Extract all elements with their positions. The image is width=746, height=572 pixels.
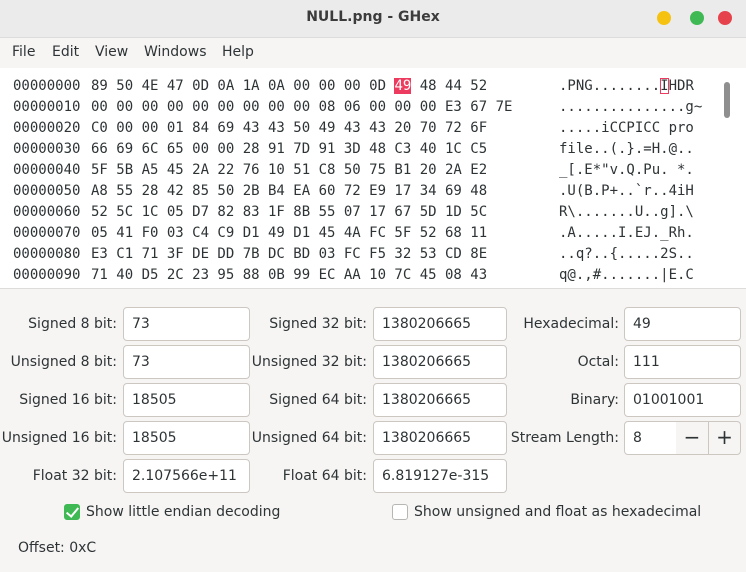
row-ascii[interactable]: R\.......U..g].\ [559,202,694,223]
row-offset: 00000010 [13,99,81,115]
hex-row: 00000010 00 00 00 00 00 00 00 00 00 08 0… [13,97,702,118]
row-offset: 00000020 [13,120,81,136]
signed-8-field[interactable]: 73 [123,307,250,341]
row-hex[interactable]: 00 00 00 00 00 00 00 00 00 08 06 00 00 0… [91,97,512,118]
title-bar: NULL.png - GHex [0,0,746,38]
hexadecimal-label: Hexadecimal: [523,316,619,332]
hex-row: 00000080 E3 C1 71 3F DE DD 7B DC BD 03 F… [13,244,694,265]
signed-32-field[interactable]: 1380206665 [373,307,507,341]
row-offset: 00000040 [13,162,81,178]
ascii-cursor: I [660,78,669,94]
little-endian-checkbox[interactable] [64,504,80,520]
row-offset: 00000060 [13,204,81,220]
window-title: NULL.png - GHex [306,9,440,25]
menu-bar: File Edit View Windows Help [0,38,746,68]
stream-length-label: Stream Length: [510,430,619,446]
separator [0,288,746,289]
row-hex[interactable]: 05 41 F0 03 C4 C9 D1 49 D1 45 4A FC 5F 5… [91,223,487,244]
vertical-scrollbar[interactable] [724,82,730,118]
status-offset: Offset: 0xC [18,540,97,556]
hex-row: 00000020 C0 00 00 01 84 69 43 43 50 49 4… [13,118,694,139]
menu-edit[interactable]: Edit [52,44,79,60]
row-offset: 00000070 [13,225,81,241]
hex-view[interactable]: 00000000 89 50 4E 47 0D 0A 1A 0A 00 00 0… [0,68,746,288]
hexadecimal-field[interactable]: 49 [624,307,741,341]
little-endian-label: Show little endian decoding [86,504,281,520]
unsigned-32-label: Unsigned 32 bit: [251,354,367,370]
unsigned-hex-label: Show unsigned and float as hexadecimal [414,504,702,520]
octal-label: Octal: [577,354,619,370]
row-hex[interactable]: 5F 5B A5 45 2A 22 76 10 51 C8 50 75 B1 2… [91,160,487,181]
octal-field[interactable]: 111 [624,345,741,379]
row-ascii[interactable]: .....iCCPICC pro [559,118,694,139]
row-ascii[interactable]: file..(.}.=H.@.. [559,139,694,160]
float-64-label: Float 64 bit: [282,468,367,484]
unsigned-32-field[interactable]: 1380206665 [373,345,507,379]
row-hex[interactable]: 89 50 4E 47 0D 0A 1A 0A 00 00 00 0D 49 4… [91,76,487,97]
row-hex[interactable]: E3 C1 71 3F DE DD 7B DC BD 03 FC F5 32 5… [91,244,487,265]
increment-button[interactable]: + [708,421,741,455]
row-hex[interactable]: 71 40 D5 2C 23 95 88 0B 99 EC AA 10 7C 4… [91,265,487,286]
row-hex[interactable]: A8 55 28 42 85 50 2B B4 EA 60 72 E9 17 3… [91,181,487,202]
row-ascii[interactable]: .U(B.P+..`r..4iH [559,181,694,202]
hex-row: 00000050 A8 55 28 42 85 50 2B B4 EA 60 7… [13,181,694,202]
signed-8-label: Signed 8 bit: [28,316,117,332]
float-32-field[interactable]: 2.107566e+11 [123,459,250,493]
row-offset: 00000000 [13,78,81,94]
menu-windows[interactable]: Windows [144,44,207,60]
hex-row: 00000030 66 69 6C 65 00 00 28 91 7D 91 3… [13,139,694,160]
row-ascii[interactable]: _[.E*"v.Q.Pu. *. [559,160,694,181]
row-offset: 00000050 [13,183,81,199]
unsigned-8-field[interactable]: 73 [123,345,250,379]
menu-file[interactable]: File [12,44,35,60]
row-hex[interactable]: C0 00 00 01 84 69 43 43 50 49 43 43 20 7… [91,118,487,139]
hex-row: 00000060 52 5C 1C 05 D7 82 83 1F 8B 55 0… [13,202,694,223]
row-ascii[interactable]: .PNG........IHDR [559,76,694,97]
binary-label: Binary: [570,392,619,408]
unsigned-16-field[interactable]: 18505 [123,421,250,455]
signed-16-label: Signed 16 bit: [19,392,117,408]
binary-field[interactable]: 01001001 [624,383,741,417]
signed-16-field[interactable]: 18505 [123,383,250,417]
row-ascii[interactable]: ..q?..{.....2S.. [559,244,694,265]
minimize-button[interactable] [657,11,671,25]
row-hex[interactable]: 52 5C 1C 05 D7 82 83 1F 8B 55 07 17 67 5… [91,202,487,223]
hex-cursor: 49 [394,78,412,94]
row-ascii[interactable]: .A.....I.EJ._Rh. [559,223,694,244]
decrement-button[interactable]: − [676,421,709,455]
float-64-field[interactable]: 6.819127e-315 [373,459,507,493]
hex-row: 00000070 05 41 F0 03 C4 C9 D1 49 D1 45 4… [13,223,694,244]
row-hex[interactable]: 66 69 6C 65 00 00 28 91 7D 91 3D 48 C3 4… [91,139,487,160]
stream-length-input[interactable]: 8 [624,421,677,455]
menu-view[interactable]: View [95,44,128,60]
unsigned-hex-checkbox[interactable] [392,504,408,520]
hex-row: 00000000 89 50 4E 47 0D 0A 1A 0A 00 00 0… [13,76,694,97]
row-offset: 00000090 [13,267,81,283]
signed-32-label: Signed 32 bit: [269,316,367,332]
row-offset: 00000080 [13,246,81,262]
unsigned-64-label: Unsigned 64 bit: [251,430,367,446]
float-32-label: Float 32 bit: [32,468,117,484]
unsigned-64-field[interactable]: 1380206665 [373,421,507,455]
signed-64-field[interactable]: 1380206665 [373,383,507,417]
menu-help[interactable]: Help [222,44,254,60]
hex-row: 00000040 5F 5B A5 45 2A 22 76 10 51 C8 5… [13,160,694,181]
row-ascii[interactable]: ...............g~ [559,97,702,118]
signed-64-label: Signed 64 bit: [269,392,367,408]
row-ascii[interactable]: q@.,#.......|E.C [559,265,694,286]
row-offset: 00000030 [13,141,81,157]
maximize-button[interactable] [690,11,704,25]
unsigned-8-label: Unsigned 8 bit: [10,354,117,370]
close-button[interactable] [718,11,732,25]
hex-row: 00000090 71 40 D5 2C 23 95 88 0B 99 EC A… [13,265,694,286]
unsigned-16-label: Unsigned 16 bit: [1,430,117,446]
